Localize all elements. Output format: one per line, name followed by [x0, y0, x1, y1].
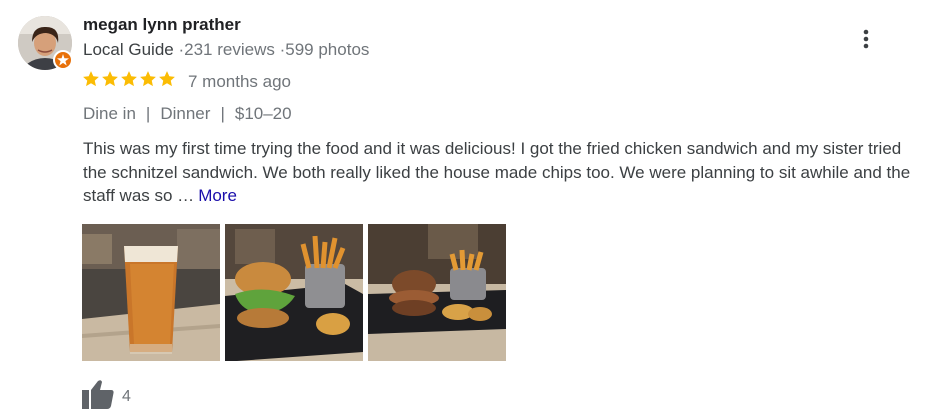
- review-tags: Dine in | Dinner | $10–20: [83, 104, 292, 124]
- review-card: megan lynn prather Local Guide ·231 revi…: [0, 0, 930, 418]
- reviewer-meta: Local Guide ·231 reviews ·599 photos: [83, 40, 369, 60]
- beer-photo-image: [82, 224, 220, 361]
- review-photos: [82, 224, 506, 361]
- tag-separator: |: [145, 104, 151, 123]
- review-photo-chicken-sandwich[interactable]: [225, 224, 363, 361]
- star-icon: [121, 71, 137, 87]
- review-age: 7 months ago: [188, 72, 292, 91]
- review-photo-schnitzel-sandwich[interactable]: [368, 224, 506, 361]
- review-text: This was my first time trying the food a…: [83, 137, 918, 208]
- review-photo-beer[interactable]: [82, 224, 220, 361]
- star-rating: [82, 70, 176, 88]
- more-vert-icon[interactable]: [856, 26, 876, 52]
- star-icon: [140, 71, 156, 87]
- reviewer-name[interactable]: megan lynn prather: [83, 15, 241, 35]
- star-icon: [159, 71, 175, 87]
- local-guide-badge-icon: [53, 50, 73, 70]
- like-button[interactable]: 4: [82, 379, 131, 414]
- photo-count: 599 photos: [285, 40, 370, 59]
- reviewer-level[interactable]: Local Guide: [83, 40, 174, 59]
- tag-price: $10–20: [234, 104, 292, 123]
- thumbs-up-icon: [82, 379, 114, 414]
- star-icon: [83, 71, 99, 87]
- tag-meal: Dinner: [160, 104, 211, 123]
- star-icon: [102, 71, 118, 87]
- chicken-sandwich-photo-image: [225, 224, 363, 361]
- like-count: 4: [122, 387, 131, 405]
- schnitzel-sandwich-photo-image: [368, 224, 506, 361]
- more-link[interactable]: More: [198, 186, 237, 205]
- tag-separator: |: [220, 104, 225, 123]
- tag-service: Dine in: [83, 104, 136, 123]
- review-count: 231 reviews: [184, 40, 275, 59]
